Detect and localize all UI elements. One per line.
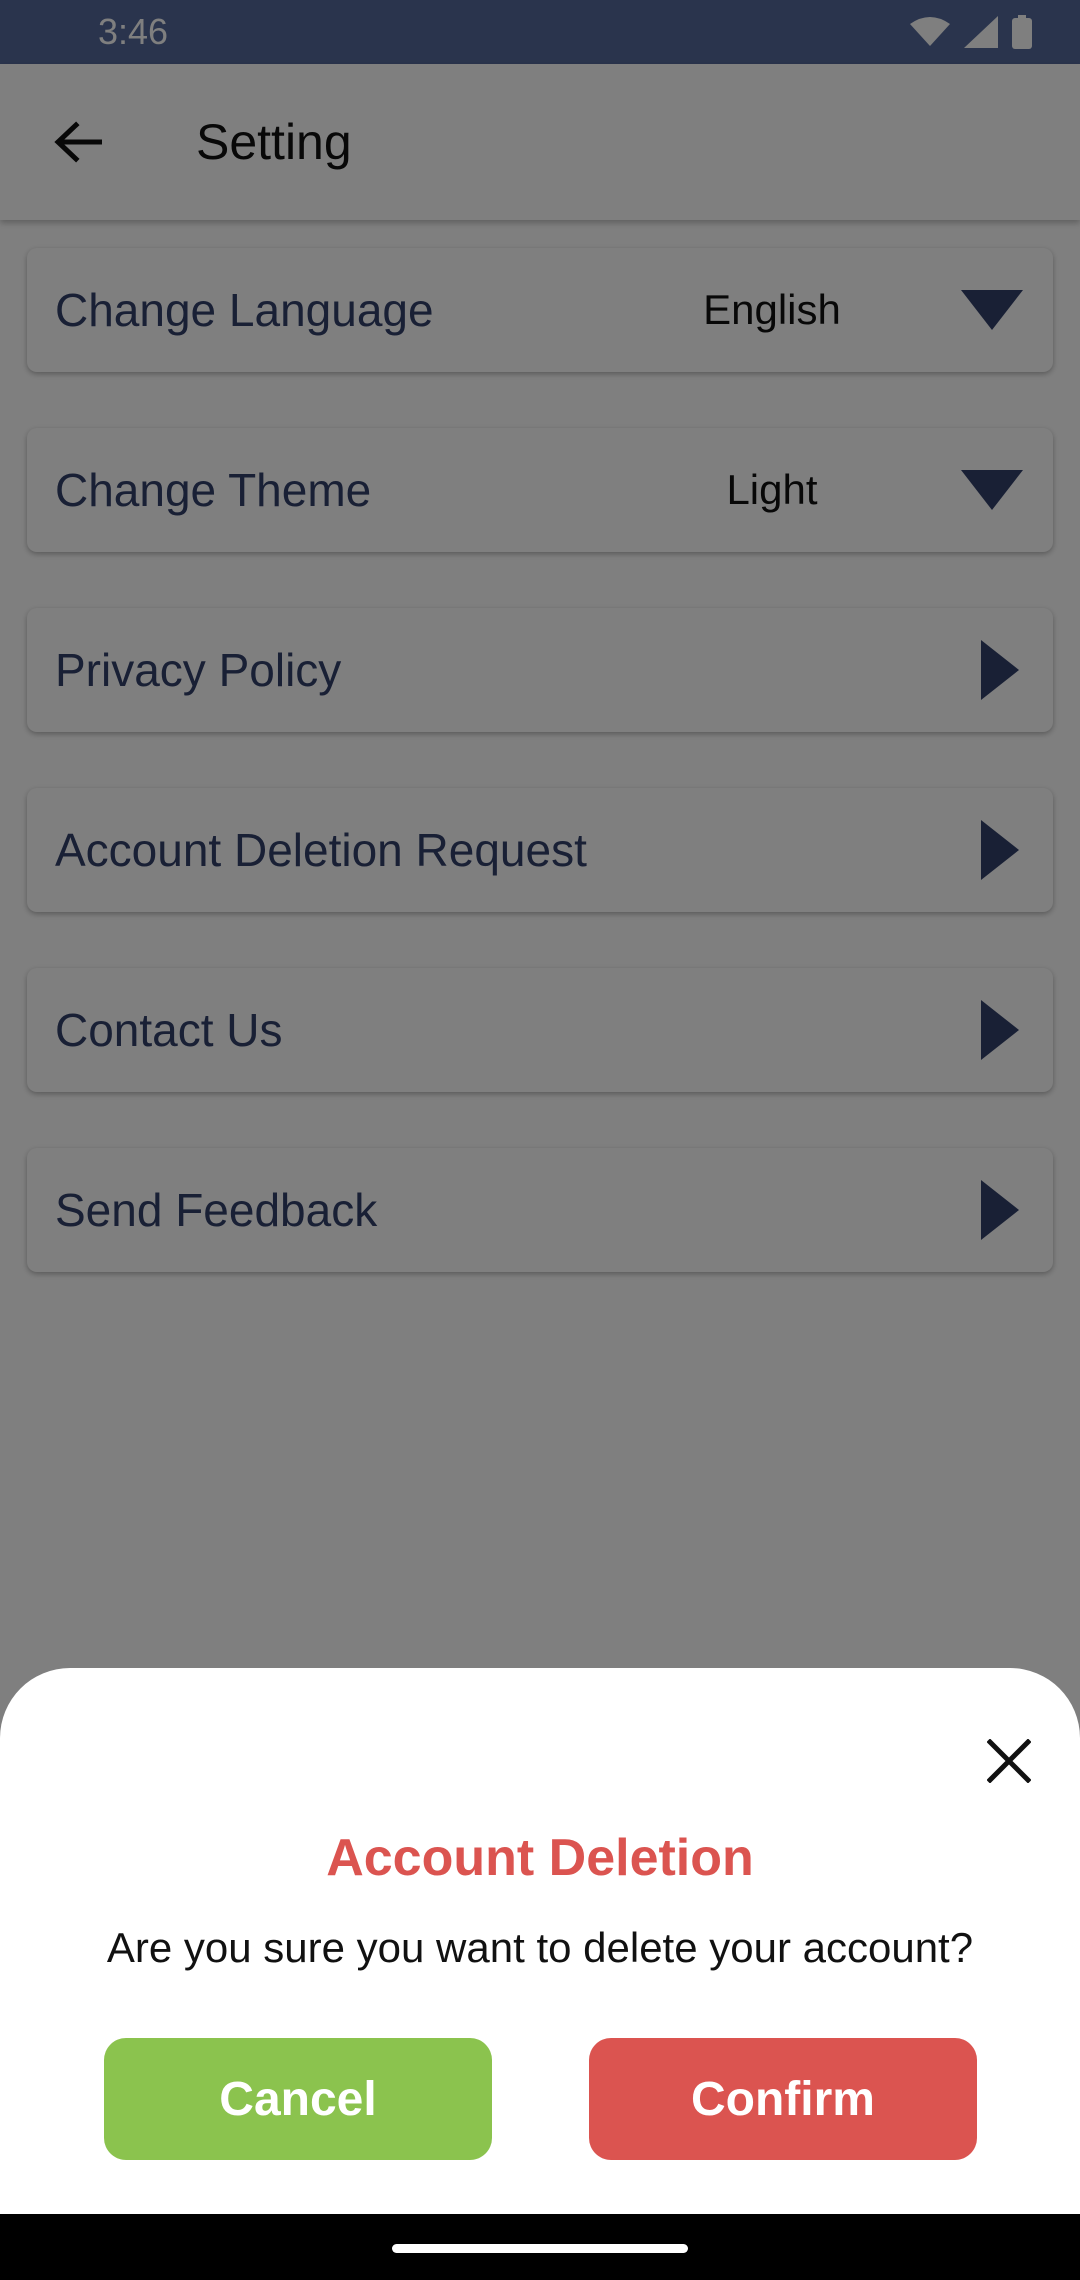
account-deletion-sheet: Account Deletion Are you sure you want t… <box>0 1668 1080 2214</box>
screen: 3:46 Setting Change Language English <box>0 0 1080 2280</box>
home-indicator[interactable] <box>392 2244 688 2253</box>
dialog-title: Account Deletion <box>326 1829 754 1887</box>
confirm-button[interactable]: Confirm <box>589 2038 977 2160</box>
close-button[interactable] <box>978 1730 1040 1792</box>
cancel-button[interactable]: Cancel <box>104 2038 492 2160</box>
dialog-message: Are you sure you want to delete your acc… <box>106 1924 974 1971</box>
navigation-bar <box>0 2214 1080 2280</box>
close-icon <box>987 1739 1031 1783</box>
